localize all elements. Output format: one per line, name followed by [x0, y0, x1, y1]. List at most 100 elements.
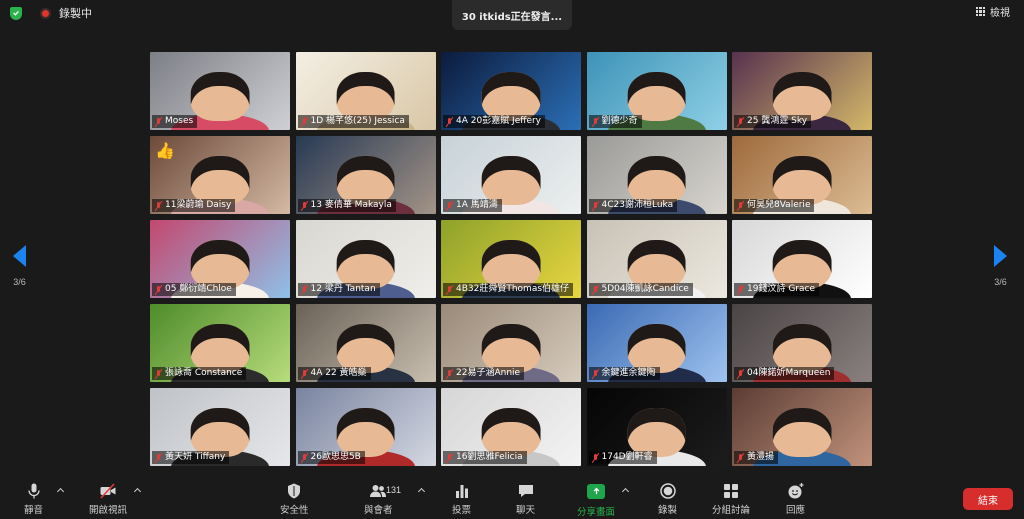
muted-mic-icon — [737, 453, 744, 463]
video-tile[interactable]: 25 龔鴻霆 Sky — [732, 52, 872, 130]
participant-name: 黃灃揚 — [747, 452, 775, 462]
video-tile[interactable]: 何昊兒8Valerie — [732, 136, 872, 214]
share-screen-icon — [587, 484, 605, 499]
record-button[interactable]: 錄製 — [658, 482, 677, 516]
breakout-rooms-button[interactable]: 分組討論 — [712, 482, 750, 516]
video-tile[interactable]: 1A 馬靖濤 — [441, 136, 581, 214]
participant-name-tag: 4A 20彭嘉賦 Jeffery — [443, 115, 546, 128]
participant-face — [336, 408, 395, 457]
security-label: 安全性 — [280, 505, 309, 516]
muted-mic-icon — [592, 117, 599, 127]
muted-mic-icon — [446, 453, 453, 463]
smiley-plus-icon — [788, 483, 803, 499]
end-meeting-button[interactable]: 結束 — [963, 488, 1013, 510]
video-tile[interactable]: 1D 楊芊悠(25) Jessica — [295, 52, 436, 130]
participant-name: 張詠喬 Constance — [165, 368, 243, 378]
video-tile[interactable]: 余鍵進余鍵陶 — [586, 304, 727, 382]
video-tile[interactable]: 5D04陳凱詠Candice — [586, 220, 727, 298]
participant-name-tag: 4A 22 黃皓燊 — [297, 367, 371, 380]
participant-face — [772, 408, 832, 457]
breakout-grid-icon — [724, 484, 738, 498]
muted-mic-icon — [301, 369, 308, 379]
participant-name-tag: 何昊兒8Valerie — [734, 199, 815, 212]
participant-name-tag: 張詠喬 Constance — [152, 367, 247, 380]
video-tile[interactable]: 劉德少奇 — [586, 52, 727, 130]
muted-mic-icon — [592, 453, 599, 463]
next-page-button[interactable]: 3/6 — [994, 245, 1007, 287]
video-tile[interactable]: 4A 20彭嘉賦 Jeffery — [441, 52, 581, 130]
video-tile[interactable]: 4B32莊舜賢Thomas伯雄仔 — [441, 220, 581, 298]
participant-face — [336, 156, 395, 205]
share-screen-button[interactable]: 分享畫面 — [577, 482, 615, 518]
video-tile[interactable]: 22易子涵Annie — [441, 304, 581, 382]
chat-button[interactable]: 聊天 — [516, 482, 535, 516]
muted-mic-icon — [446, 201, 453, 211]
video-tile[interactable]: 4A 22 黃皓燊 — [295, 304, 436, 382]
top-status: 錄製中 — [10, 5, 92, 21]
participant-name-tag: 劉德少奇 — [588, 115, 642, 128]
muted-mic-icon — [301, 285, 308, 295]
video-tile[interactable]: 16劉思雅Felicia — [441, 388, 581, 466]
encryption-shield-icon[interactable] — [10, 6, 22, 20]
arrow-right-icon — [994, 245, 1007, 267]
participants-button[interactable]: 131 與會者 — [364, 482, 401, 516]
reactions-button[interactable]: 回應 — [786, 482, 805, 516]
participant-name-tag: 4B32莊舜賢Thomas伯雄仔 — [443, 283, 574, 296]
video-tile[interactable]: 黃灃揚 — [732, 388, 872, 466]
participant-name-tag: 04陳鍩妡Marqueen — [734, 367, 835, 380]
video-tile[interactable]: 04陳鍩妡Marqueen — [732, 304, 872, 382]
muted-mic-icon — [446, 285, 453, 295]
start-video-button[interactable]: 開啟視訊 — [89, 482, 127, 516]
video-tile[interactable]: 4C23謝沛桓Luka — [586, 136, 727, 214]
participant-name: 12 梁丹 Tantan — [310, 284, 376, 294]
arrow-left-icon — [13, 245, 26, 267]
video-tile[interactable]: Moses — [150, 52, 290, 130]
muted-mic-icon — [592, 285, 599, 295]
participant-face — [627, 240, 686, 289]
video-tile[interactable]: 174D劉軒睿 — [586, 388, 727, 466]
video-tile[interactable]: 05 鄭衍靖Chloe — [150, 220, 290, 298]
view-button[interactable]: 檢視 — [976, 4, 1010, 19]
participant-name: 1D 楊芊悠(25) Jessica — [310, 116, 405, 126]
participant-name-tag: 黃天妍 Tiffany — [152, 451, 230, 464]
share-options-caret[interactable] — [622, 486, 630, 494]
participant-name: 黃天妍 Tiffany — [165, 452, 226, 462]
video-tile[interactable]: 26歐思思5B — [295, 388, 436, 466]
muted-mic-icon — [592, 369, 599, 379]
video-tile[interactable]: 19錢汶詩 Grace — [732, 220, 872, 298]
video-tile[interactable]: 黃天妍 Tiffany — [150, 388, 290, 466]
participants-count: 131 — [386, 485, 402, 495]
participants-options-caret[interactable] — [418, 486, 426, 494]
recording-label: 錄製中 — [59, 7, 92, 20]
muted-mic-icon — [155, 117, 162, 127]
mute-button[interactable]: 靜音 — [24, 482, 43, 516]
participant-face — [190, 72, 250, 121]
video-tile[interactable]: 13 麥倩華 Makayla — [295, 136, 436, 214]
video-label: 開啟視訊 — [89, 505, 128, 516]
participant-name: 16劉思雅Felicia — [456, 452, 523, 462]
muted-mic-icon — [155, 201, 162, 211]
audio-options-caret[interactable] — [57, 486, 65, 494]
video-tile[interactable]: 張詠喬 Constance — [150, 304, 290, 382]
previous-page-button[interactable]: 3/6 — [13, 245, 26, 287]
participant-face — [627, 408, 686, 457]
active-speaker-indicator: 30 itkids正在發言... — [452, 0, 572, 30]
participant-face — [336, 72, 395, 121]
participant-face — [481, 72, 541, 121]
video-options-caret[interactable] — [134, 486, 142, 494]
participant-name: 19錢汶詩 Grace — [747, 284, 815, 294]
page-indicator-left: 3/6 — [13, 277, 26, 287]
recording-icon[interactable] — [40, 7, 51, 19]
participant-face — [336, 240, 395, 289]
participant-name: 4A 20彭嘉賦 Jeffery — [456, 116, 542, 126]
page-indicator-right: 3/6 — [994, 277, 1007, 287]
muted-mic-icon — [592, 201, 599, 211]
muted-mic-icon — [301, 453, 308, 463]
participant-name-tag: 1D 楊芊悠(25) Jessica — [297, 115, 409, 128]
video-tile[interactable]: 12 梁丹 Tantan — [295, 220, 436, 298]
participant-name: 05 鄭衍靖Chloe — [165, 284, 232, 294]
polls-button[interactable]: 投票 — [452, 482, 471, 516]
security-button[interactable]: 安全性 — [280, 482, 309, 516]
video-tile[interactable]: 👍 11梁蔚瑜 Daisy — [150, 136, 290, 214]
participant-name: 4B32莊舜賢Thomas伯雄仔 — [456, 284, 570, 294]
